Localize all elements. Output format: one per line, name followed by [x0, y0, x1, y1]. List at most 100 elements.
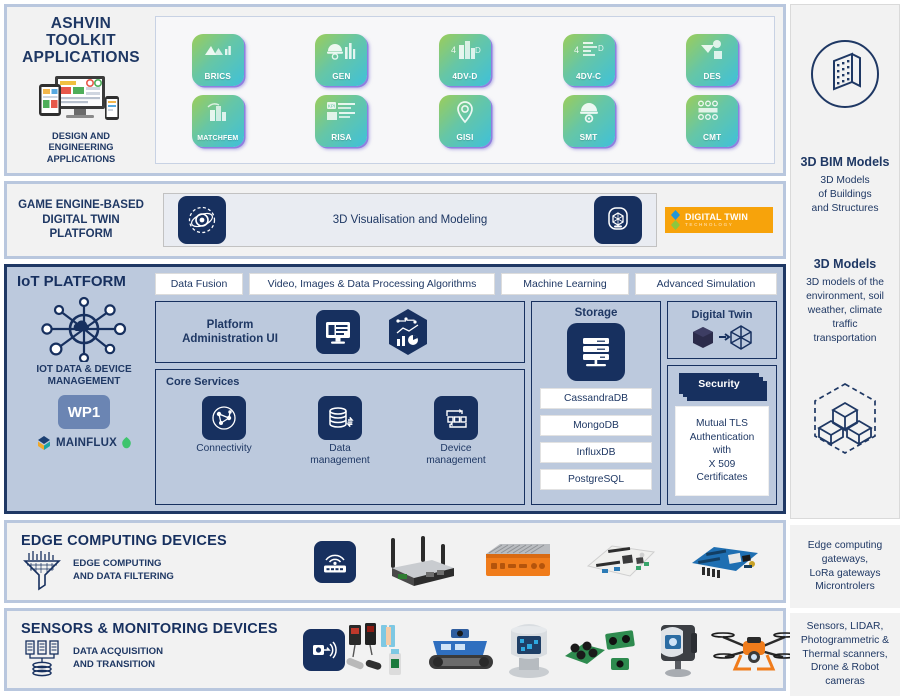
security-line3: with [712, 445, 732, 457]
sensors-legend: SENSORS & MONITORING DEVICES DATA ACQUIS… [13, 621, 303, 679]
core-service-data-management[interactable]: Data management [290, 396, 390, 466]
cube-to-wireframe-icon [689, 323, 755, 351]
game-engine-title-line1: GAME ENGINE-BASED [18, 198, 144, 211]
app-tile-4dvd[interactable]: 4D 4DV-D [438, 33, 491, 86]
dev-board-photo [578, 536, 662, 588]
network-share-icon [202, 396, 246, 440]
helmet-gear-icon [563, 100, 615, 124]
sensors-sub-line1: DATA ACQUISITION [73, 646, 164, 658]
bim-models-text: 3D Models of Buildings and Structures [812, 174, 879, 217]
iot-left-label-line1: IOT DATA & DEVICE [36, 364, 132, 375]
app-tile-label: CMT [703, 132, 722, 142]
core-service-label: Data [329, 443, 351, 454]
app-tile-des[interactable]: DES [686, 33, 739, 86]
database-influxdb: InfluxDB [540, 442, 652, 463]
mainflux-logo: MAINFLUX [36, 435, 132, 451]
tab-data-fusion[interactable]: Data Fusion [155, 273, 243, 295]
iot-platform-panel: IoT PLATFORM IOT DATA & DEVICE MANAGEMEN… [4, 264, 786, 514]
server-rack-icon [567, 323, 625, 381]
3d-models-text: 3D models of the environment, soil weath… [806, 276, 884, 347]
sensor-device-strip [303, 619, 797, 681]
svg-text:4: 4 [451, 45, 456, 55]
tile-column-1: BRICS MATCHFEM [191, 33, 244, 147]
data-funnel-icon [21, 550, 63, 591]
iot-far-right-column: Digital Twin Security Mutual TLS Authent… [667, 301, 777, 505]
edge-sidebar-text: Edge computing gateways, LoRa gateways M… [790, 525, 900, 608]
security-line1: Mutual TLS [696, 418, 748, 430]
device-flow-icon [434, 396, 478, 440]
tile-column-3: 4D 4DV-D GISI [438, 33, 491, 147]
tile-column-5: DES CMT [686, 33, 739, 147]
dashboard-screen-icon [316, 310, 360, 354]
industrial-router-photo [378, 534, 458, 590]
security-description: Mutual TLS Authentication with X 509 Cer… [675, 406, 769, 496]
bim-text-line2: of Buildings [818, 189, 872, 201]
edge-sub-line1: EDGE COMPUTING [73, 558, 162, 570]
core-service-label-2: management [426, 454, 486, 466]
storage-title: Storage [574, 307, 618, 319]
core-services-title: Core Services [166, 376, 240, 388]
mountains-chart-icon [192, 39, 244, 61]
building-crane-icon [192, 100, 244, 122]
game-engine-title-line3: PLATFORM [49, 228, 113, 241]
app-tile-brics[interactable]: BRICS [191, 33, 244, 86]
edge-legend: EDGE COMPUTING DEVICES EDGE COMPUTING AN… [13, 533, 303, 591]
security-stack: Security [679, 373, 767, 401]
app-tile-4dvc[interactable]: 4D 4DV-C [562, 33, 615, 86]
models-text-line4: traffic [832, 319, 858, 331]
tracked-robot-photo [425, 625, 497, 675]
tab-video-processing[interactable]: Video, Images & Data Processing Algorith… [249, 273, 495, 295]
crane-site-icon [686, 39, 738, 61]
platform-administration-ui: Platform Administration UI [155, 301, 525, 363]
security-line2: Authentication [689, 431, 755, 443]
3d-models-title: 3D Models [813, 256, 877, 271]
game-engine-center-text: 3D Visualisation and Modeling [332, 214, 488, 226]
app-tile-smt[interactable]: SMT [562, 94, 615, 147]
applications-title-line3: APPLICATIONS [22, 49, 140, 67]
sensors-sidebar-text: Sensors, LIDAR, Photogrammetric & Therma… [790, 613, 900, 696]
app-tile-cmt[interactable]: CMT [686, 94, 739, 147]
core-service-device-management[interactable]: Device management [406, 396, 506, 466]
app-tile-label: 4DV-D [452, 71, 478, 81]
bim-text-line1: 3D Models [820, 175, 870, 186]
building-circle-icon [808, 37, 882, 111]
tile-column-4: 4D 4DV-C SMT [562, 33, 615, 147]
tab-machine-learning[interactable]: Machine Learning [501, 273, 629, 295]
core-service-label: Connectivity [196, 443, 252, 454]
iot-right-column: Data Fusion Video, Images & Data Process… [155, 273, 777, 505]
bim-text-line3: and Structures [811, 203, 879, 215]
app-tile-label: GISI [456, 132, 474, 142]
sidebar-edge-line4: Microntrolers [815, 581, 875, 593]
models-sidebar-panel: 3D BIM Models 3D Models of Buildings and… [790, 4, 900, 519]
sidebar-edge-line1: Edge computing [807, 539, 883, 551]
mainflux-mark-icon [36, 435, 52, 451]
edge-device-strip [303, 534, 777, 590]
digital-twin-title: Digital Twin [691, 309, 753, 321]
iot-shield-board-photo [684, 537, 766, 587]
tile-column-2: GEN KPI RISA [315, 33, 368, 147]
edge-computing-panel: EDGE COMPUTING DEVICES EDGE COMPUTING AN… [4, 520, 786, 603]
core-service-connectivity[interactable]: Connectivity [174, 396, 274, 455]
bim-models-title: 3D BIM Models [800, 155, 890, 169]
app-tile-label: SMT [579, 132, 598, 142]
3d-model-screen-icon [594, 196, 642, 244]
security-line4: X 509 [708, 458, 736, 470]
security-title: Security [679, 373, 759, 394]
iot-left-label-line2: MANAGEMENT [47, 376, 121, 387]
models-text-line5: transportation [813, 333, 877, 345]
visualisation-icon-wrap [164, 196, 226, 244]
app-tile-gisi[interactable]: GISI [438, 94, 491, 147]
wp1-badge: WP1 [58, 395, 110, 429]
app-tile-gen[interactable]: GEN [315, 33, 368, 86]
applications-panel: ASHVIN TOOLKIT APPLICATIONS DESIGN AND E… [4, 4, 786, 176]
tab-advanced-simulation[interactable]: Advanced Simulation [635, 273, 777, 295]
iot-left-column: IoT PLATFORM IOT DATA & DEVICE MANAGEMEN… [13, 273, 155, 505]
database-postgresql: PostgreSQL [540, 469, 652, 490]
app-tile-label: GEN [332, 71, 351, 81]
svg-text:KPI: KPI [328, 103, 335, 108]
digital-twin-technology-logo: DIGITAL TWIN TECHNOLOGY [665, 207, 773, 233]
app-tile-risa[interactable]: KPI RISA [315, 94, 368, 147]
app-tile-matchfem[interactable]: MATCHFEM [191, 94, 244, 147]
sensors-sub-line2: AND TRANSITION [73, 658, 156, 670]
main-column: ASHVIN TOOLKIT APPLICATIONS DESIGN AND E… [0, 0, 797, 691]
